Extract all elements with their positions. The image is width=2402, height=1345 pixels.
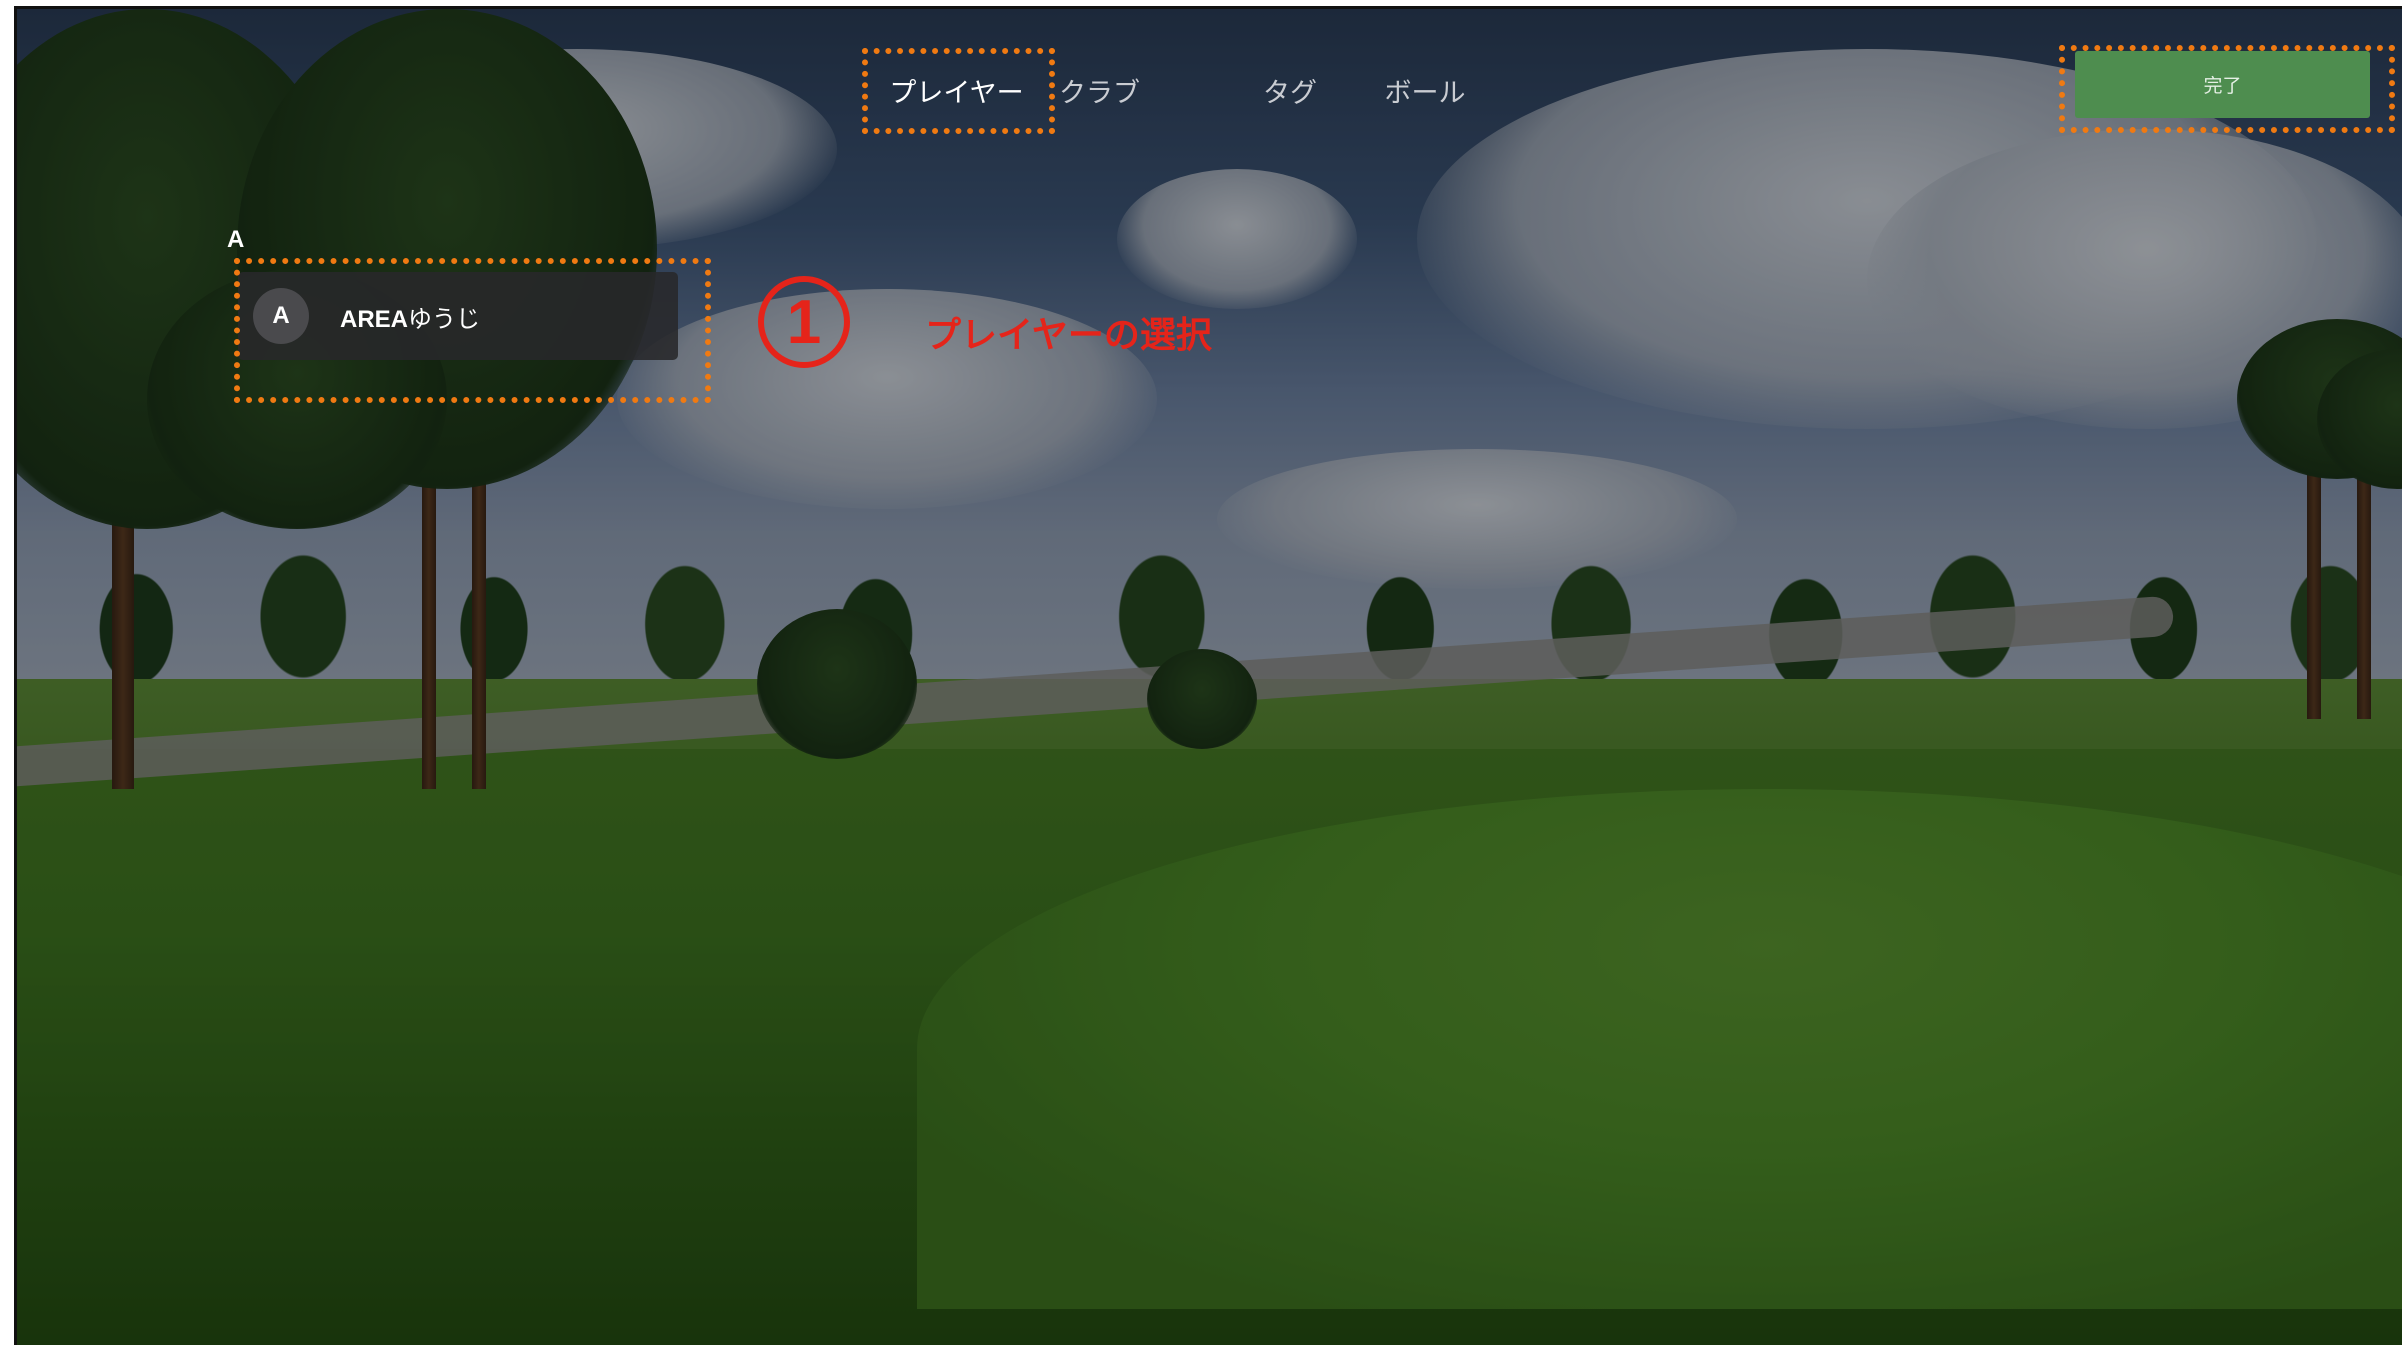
player-group-letter: A [227,226,245,253]
player-list-item[interactable]: A AREAゆうじ [238,272,678,360]
dim-overlay [17,9,2402,1345]
step-number-badge: 1 [758,276,850,368]
player-name-suffix: ゆうじ [408,304,481,333]
player-name-prefix: AREA [340,305,409,333]
tab-player[interactable]: プレイヤー [868,71,1045,110]
player-avatar: A [253,288,309,344]
tab-ball[interactable]: ボール [1365,71,1485,110]
settings-tabs: プレイヤー クラブ タグ ボール [868,50,1485,130]
tab-club[interactable]: クラブ [1045,71,1215,110]
tab-tag[interactable]: タグ [1215,71,1365,110]
player-name: AREAゆうじ [340,299,480,334]
game-screen [14,6,2402,1345]
done-button[interactable]: 完了 [2075,51,2370,118]
step-annotation-label: プレイヤーの選択 [925,315,1212,356]
